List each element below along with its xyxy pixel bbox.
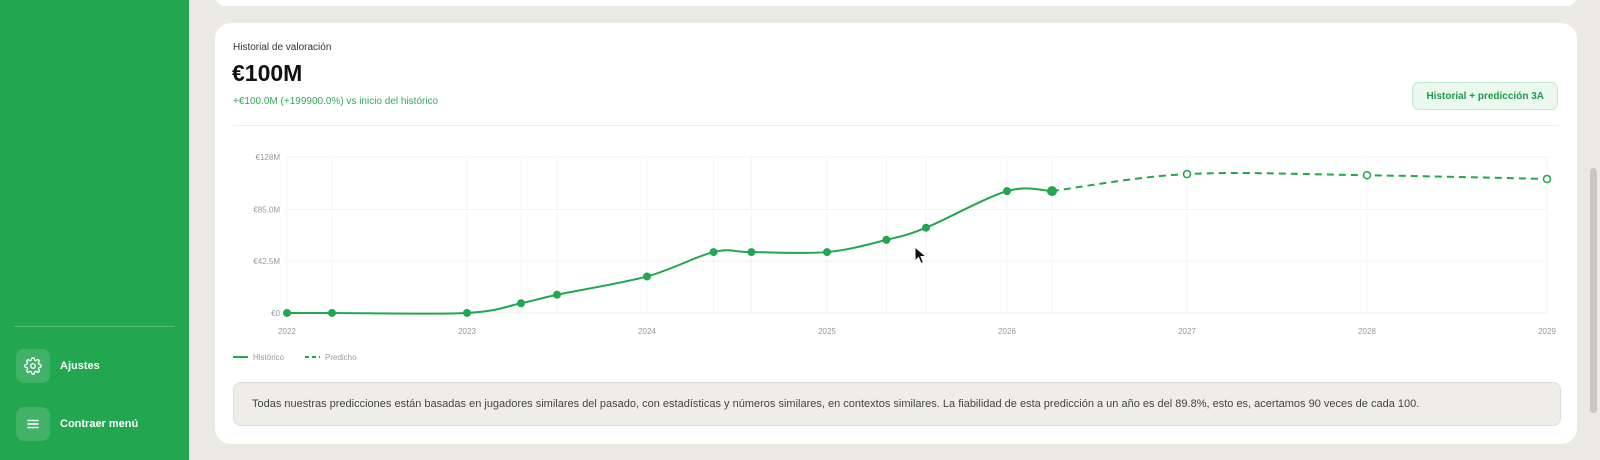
x-tick-label: 2025 bbox=[818, 327, 836, 336]
predicted-point bbox=[1542, 174, 1552, 184]
x-tick-label: 2027 bbox=[1178, 327, 1196, 336]
predicted-point bbox=[1182, 169, 1192, 179]
historical-point bbox=[823, 248, 831, 257]
historical-point bbox=[328, 308, 336, 317]
prediction-note: Todas nuestras predicciones están basada… bbox=[233, 382, 1561, 426]
x-tick-label: 2022 bbox=[278, 327, 296, 336]
sidebar-divider bbox=[14, 326, 175, 327]
previous-card bbox=[215, 0, 1577, 6]
collapse-menu-label: Contraer menú bbox=[60, 418, 139, 430]
settings-button[interactable]: Ajustes bbox=[16, 348, 176, 384]
predicted-series-line bbox=[1051, 172, 1548, 193]
y-tick-label: €128M bbox=[256, 153, 281, 162]
x-tick-label: 2026 bbox=[998, 327, 1016, 336]
x-tick-label: 2028 bbox=[1358, 327, 1376, 336]
y-tick-label: €0 bbox=[271, 309, 280, 318]
collapse-menu-button[interactable]: Contraer menú bbox=[16, 406, 176, 442]
historical-point bbox=[463, 308, 471, 317]
menu-icon bbox=[16, 407, 50, 441]
historical-point bbox=[709, 248, 718, 257]
x-tick-label: 2023 bbox=[458, 327, 476, 336]
legend-historical-label: Histórico bbox=[253, 353, 285, 362]
historical-series-line bbox=[287, 187, 1053, 315]
legend-predicted-label: Predicho bbox=[325, 353, 357, 362]
predicted-point bbox=[1362, 171, 1372, 180]
historical-point bbox=[922, 223, 930, 232]
historical-point bbox=[747, 248, 756, 257]
valuation-history-card: Historial de valoración €100M +€100.0M (… bbox=[215, 23, 1577, 444]
gear-icon bbox=[16, 349, 50, 383]
y-tick-label: €85.0M bbox=[253, 205, 280, 214]
historical-point bbox=[643, 272, 651, 281]
settings-label: Ajustes bbox=[60, 360, 100, 372]
mouse-cursor-icon bbox=[914, 246, 928, 265]
scrollbar[interactable] bbox=[1590, 168, 1597, 413]
historical-point bbox=[1003, 187, 1011, 196]
historical-point bbox=[882, 235, 891, 244]
x-tick-label: 2024 bbox=[638, 327, 656, 336]
y-tick-label: €42.5M bbox=[253, 257, 280, 266]
historical-point bbox=[517, 299, 525, 308]
historical-point bbox=[283, 308, 291, 317]
historical-point bbox=[553, 290, 561, 299]
valuation-chart: €128M €85.0M €42.5M €0 2022 2023 2024 2025 2026 2… bbox=[233, 153, 1556, 362]
sidebar: Ajustes Contraer menú bbox=[0, 0, 189, 460]
x-tick-label: 2029 bbox=[1538, 327, 1556, 336]
